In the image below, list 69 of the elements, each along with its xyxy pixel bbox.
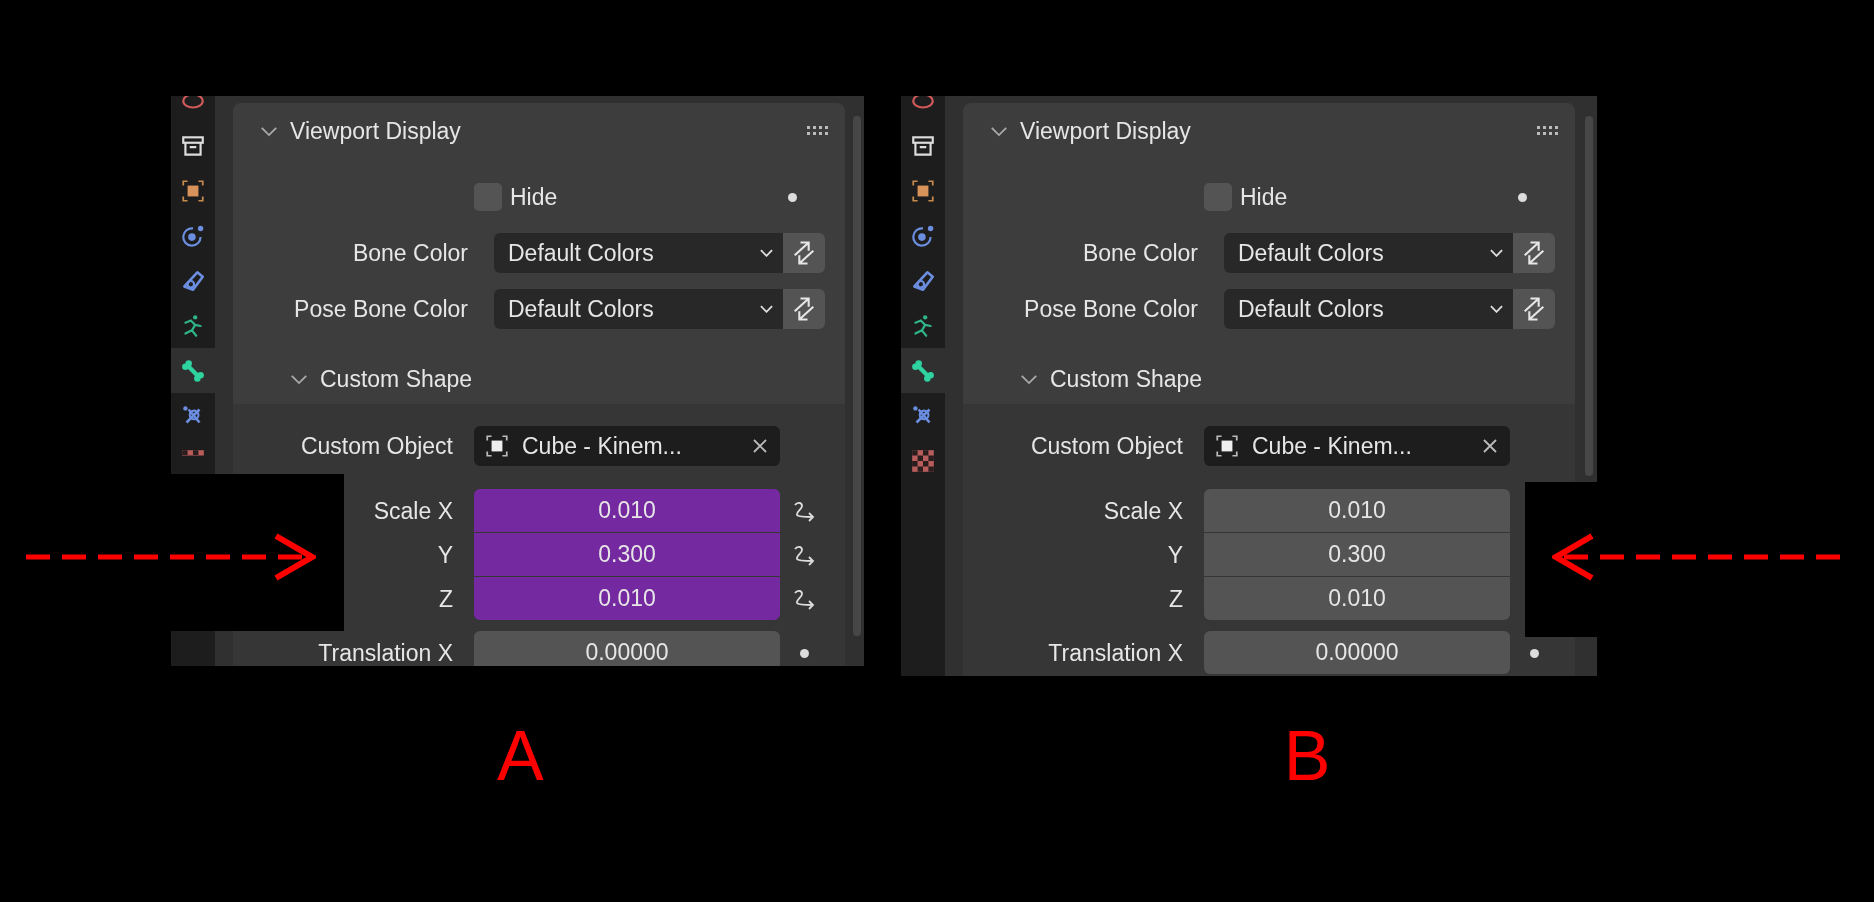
chevron-down-icon[interactable] bbox=[260, 125, 278, 137]
driver-icon[interactable] bbox=[791, 499, 817, 523]
field-label: Custom Object bbox=[299, 432, 453, 460]
square-icon bbox=[1214, 433, 1240, 459]
caret-icon bbox=[760, 249, 773, 257]
field-label: Bone Color bbox=[1081, 239, 1198, 267]
field-label: Translation X bbox=[1047, 639, 1183, 667]
field-label: Pose Bone Color bbox=[293, 295, 468, 323]
caption-letter: B bbox=[1283, 721, 1331, 791]
keyframe-dot-icon[interactable] bbox=[1517, 192, 1527, 202]
object-field[interactable]: Cube - Kinem... bbox=[1204, 426, 1510, 466]
close-icon[interactable] bbox=[752, 438, 768, 454]
keyframe-dot-icon[interactable] bbox=[787, 192, 797, 202]
chevron-down-icon[interactable] bbox=[1020, 373, 1038, 385]
grip-icon[interactable] bbox=[807, 126, 831, 136]
checkbox-label[interactable]: Hide bbox=[510, 183, 768, 211]
number-field[interactable]: 0.00000 bbox=[474, 631, 780, 666]
number-field[interactable]: 0.010 bbox=[1204, 489, 1510, 532]
object-field[interactable]: Cube - Kinem... bbox=[474, 426, 780, 466]
driver-icon[interactable] bbox=[791, 543, 817, 567]
swap-button[interactable] bbox=[783, 289, 825, 329]
section-title[interactable]: Viewport Display bbox=[1020, 117, 1191, 145]
keyframe-dot-icon[interactable] bbox=[799, 648, 809, 658]
checkerboard-icon bbox=[910, 447, 936, 474]
chevron-down-icon[interactable] bbox=[990, 125, 1008, 137]
number-field[interactable]: 0.010 bbox=[474, 577, 780, 620]
caption-letter: A bbox=[497, 721, 544, 791]
number-field[interactable]: 0.300 bbox=[474, 533, 780, 576]
dropdown[interactable]: Default Colors bbox=[494, 233, 783, 273]
field-label: Y bbox=[1166, 541, 1183, 569]
swap-button[interactable] bbox=[1513, 233, 1555, 273]
dropdown[interactable]: Default Colors bbox=[1224, 233, 1513, 273]
caret-icon bbox=[1490, 305, 1503, 313]
number-field[interactable]: 0.300 bbox=[1204, 533, 1510, 576]
field-label: Z bbox=[1167, 585, 1183, 613]
caret-icon bbox=[1490, 249, 1503, 257]
section-title[interactable]: Viewport Display bbox=[290, 117, 461, 145]
bone-icon bbox=[910, 357, 936, 384]
field-label: Z bbox=[437, 585, 453, 613]
field-label: Translation X bbox=[317, 639, 453, 666]
sidebar-tab[interactable] bbox=[171, 348, 215, 393]
swap-button[interactable] bbox=[1513, 289, 1555, 329]
dropdown[interactable]: Default Colors bbox=[494, 289, 783, 329]
field-label: Custom Object bbox=[1029, 432, 1183, 460]
close-icon[interactable] bbox=[1482, 438, 1498, 454]
subsection-title[interactable]: Custom Shape bbox=[320, 365, 473, 393]
field-label: Y bbox=[436, 541, 453, 569]
caret-icon bbox=[760, 305, 773, 313]
bone-icon bbox=[180, 357, 206, 384]
driver-icon[interactable] bbox=[791, 587, 817, 611]
swap-button[interactable] bbox=[783, 233, 825, 273]
square-icon bbox=[484, 433, 510, 459]
field-label: Scale X bbox=[1102, 497, 1183, 525]
number-field[interactable]: 0.010 bbox=[1204, 577, 1510, 620]
field-label: Bone Color bbox=[351, 239, 468, 267]
grip-icon[interactable] bbox=[1537, 126, 1561, 136]
number-field[interactable]: 0.00000 bbox=[1204, 631, 1510, 674]
checkerboard-icon bbox=[180, 448, 206, 456]
number-field[interactable]: 0.010 bbox=[474, 489, 780, 532]
field-label: Scale X bbox=[372, 497, 453, 525]
checkbox-label[interactable]: Hide bbox=[1240, 183, 1498, 211]
chevron-down-icon[interactable] bbox=[290, 373, 308, 385]
sidebar-tab[interactable] bbox=[901, 348, 945, 393]
field-label: Pose Bone Color bbox=[1023, 295, 1198, 323]
keyframe-dot-icon[interactable] bbox=[1529, 648, 1539, 658]
dropdown[interactable]: Default Colors bbox=[1224, 289, 1513, 329]
square-icon bbox=[180, 177, 206, 204]
subsection-title[interactable]: Custom Shape bbox=[1050, 365, 1203, 393]
square-icon bbox=[910, 177, 936, 204]
